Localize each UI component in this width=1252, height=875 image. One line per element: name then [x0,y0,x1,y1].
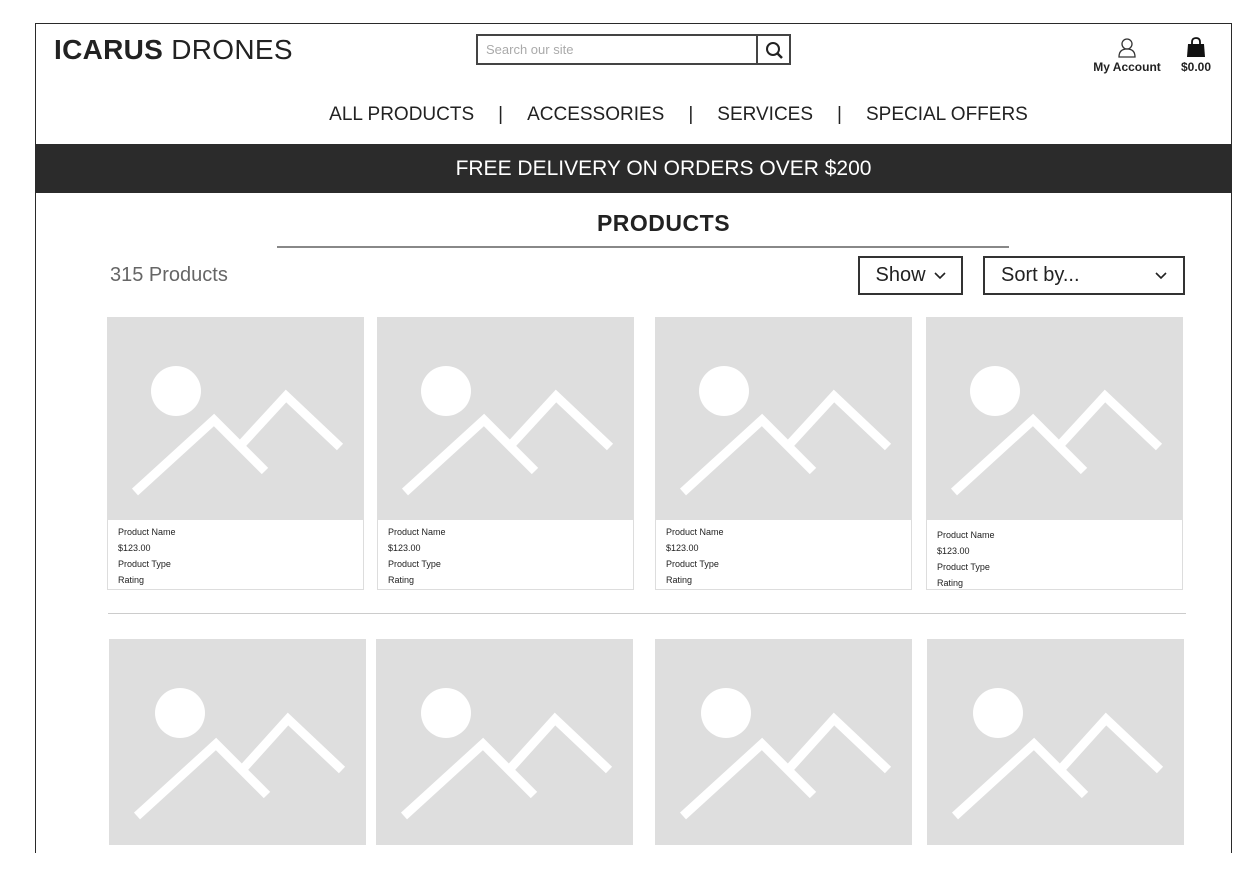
nav-separator: | [498,104,504,125]
product-image [655,317,912,520]
cart-link[interactable]: $0.00 [1176,36,1216,74]
site-logo[interactable]: ICARUS DRONES [54,34,293,66]
page-frame: ICARUS DRONES My Account $0.00 ALL PRODU… [35,23,1232,853]
product-info: Product Name $123.00 Product Type Rating [377,520,634,590]
image-placeholder-icon [133,688,346,820]
image-placeholder-icon [401,366,614,496]
my-account-label: My Account [1093,60,1161,74]
product-type: Product Type [388,559,441,569]
product-card[interactable]: Product Name $123.00 Product Type Rating [926,317,1183,590]
product-image [655,639,912,845]
product-type: Product Type [666,559,719,569]
product-info: Product Name $123.00 Product Type Rating [655,520,912,590]
product-rating: Rating [388,575,415,585]
title-divider [277,246,1009,248]
product-name[interactable]: Product Name [666,524,901,540]
product-card[interactable] [109,639,366,845]
shopping-bag-icon [1187,37,1205,57]
chevron-down-icon [1155,271,1167,279]
product-rating: Rating [666,575,693,585]
product-image [927,639,1184,845]
product-rating: Rating [937,578,964,588]
product-image [377,317,634,520]
sort-label: Sort by... [1001,264,1080,286]
product-name[interactable]: Product Name [388,524,623,540]
sort-dropdown[interactable]: Sort by... [983,256,1185,295]
product-image [109,639,366,845]
show-dropdown[interactable]: Show [858,256,963,295]
product-card[interactable]: Product Name $123.00 Product Type Rating [107,317,364,590]
image-placeholder-icon [950,366,1163,496]
image-placeholder-icon [679,366,892,496]
nav-separator: | [688,104,694,125]
product-card[interactable]: Product Name $123.00 Product Type Rating [655,317,912,590]
search-box [476,34,791,65]
main-nav: ALL PRODUCTS | ACCESSORIES | SERVICES | … [36,104,1231,126]
product-name[interactable]: Product Name [937,527,1172,543]
product-price: $123.00 [937,546,970,556]
row-divider [108,613,1186,614]
nav-item-accessories[interactable]: ACCESSORIES [527,104,664,126]
page-title: PRODUCTS [596,210,731,236]
nav-separator: | [837,104,842,125]
product-card[interactable] [927,639,1184,845]
product-rating: Rating [118,575,145,585]
search-input[interactable] [478,36,756,63]
product-type: Product Type [118,559,171,569]
product-type: Product Type [937,562,990,572]
search-icon [765,41,783,59]
chevron-down-icon [933,271,946,279]
product-name[interactable]: Product Name [118,524,353,540]
product-price: $123.00 [388,543,421,553]
show-label: Show [875,264,926,286]
search-button[interactable] [756,36,789,63]
product-card[interactable] [376,639,633,845]
nav-item-special-offers[interactable]: SPECIAL OFFERS [866,104,1028,126]
cart-total: $0.00 [1180,60,1212,74]
promo-banner-text: FREE DELIVERY ON ORDERS OVER $200 [455,156,872,180]
product-card[interactable] [655,639,912,845]
product-image [376,639,633,845]
user-icon [1118,38,1136,58]
image-placeholder-icon [131,366,344,496]
logo-light-text: DRONES [171,34,293,65]
image-placeholder-icon [400,688,613,820]
product-price: $123.00 [118,543,151,553]
product-info: Product Name $123.00 Product Type Rating [107,520,364,590]
nav-item-all-products[interactable]: ALL PRODUCTS [329,104,474,126]
product-info: Product Name $123.00 Product Type Rating [926,520,1183,590]
product-card[interactable]: Product Name $123.00 Product Type Rating [377,317,634,590]
my-account-link[interactable]: My Account [1091,36,1163,74]
product-count: 315 Products [110,264,228,286]
product-price: $123.00 [666,543,699,553]
promo-banner: FREE DELIVERY ON ORDERS OVER $200 [36,144,1231,193]
product-image [107,317,364,520]
logo-bold-text: ICARUS [54,34,164,65]
image-placeholder-icon [679,688,892,820]
nav-item-services[interactable]: SERVICES [717,104,813,126]
image-placeholder-icon [951,688,1164,820]
product-image [926,317,1183,520]
